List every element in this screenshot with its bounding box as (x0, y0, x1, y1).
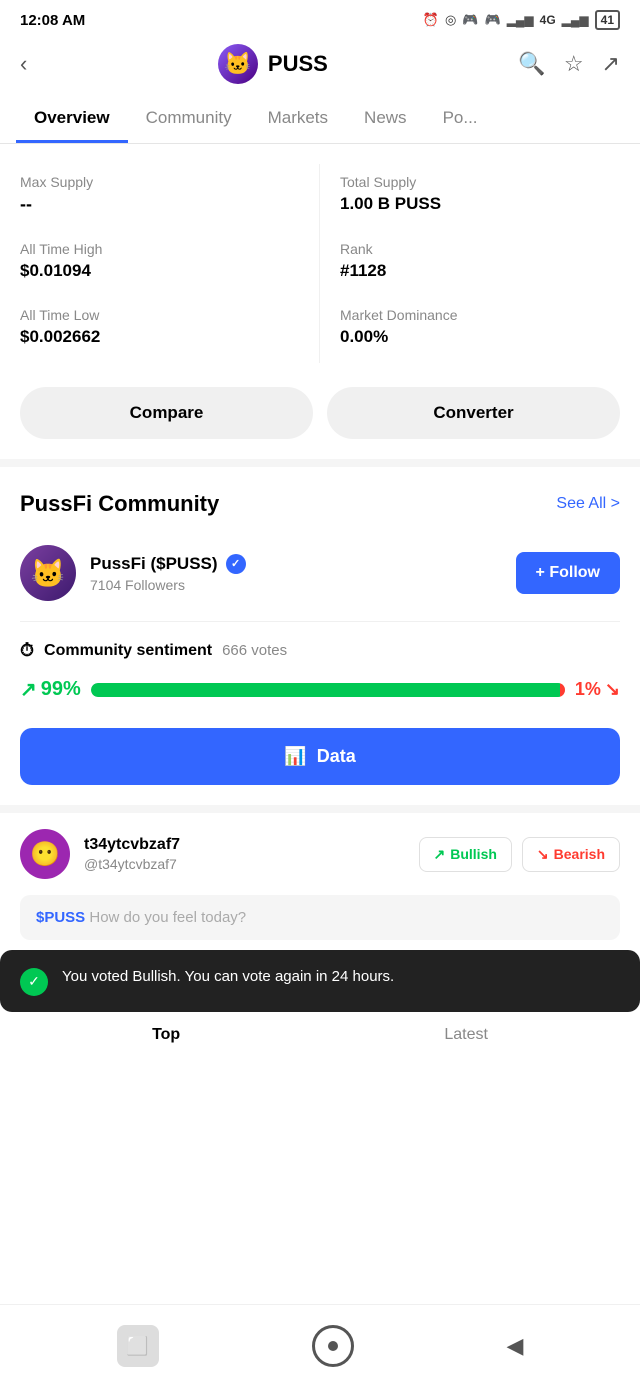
vote-buttons: ↗ Bullish ↘ Bearish (419, 837, 621, 872)
signal-icon: ▂▄▆ (507, 13, 534, 27)
verified-badge: ✓ (226, 554, 246, 574)
sentiment-bar-row: ↗ 99% 1% ↘ (20, 677, 620, 702)
user-info: t34ytcvbzaf7 @t34ytcvbzaf7 (84, 836, 405, 872)
alarm-icon: ⏰ (423, 12, 439, 28)
bull-arrow-icon: ↗ (20, 677, 37, 702)
stats-grid: Max Supply -- Total Supply 1.00 B PUSS A… (0, 144, 640, 373)
tab-latest[interactable]: Latest (444, 1026, 488, 1044)
tab-overview[interactable]: Overview (16, 96, 128, 143)
battery-icon: 41 (595, 10, 620, 30)
tab-bar: Overview Community Markets News Po... (0, 96, 640, 144)
network-type: 4G (540, 13, 556, 27)
converter-button[interactable]: Converter (327, 387, 620, 439)
section-divider-2 (0, 805, 640, 813)
share-icon[interactable]: ↗ (602, 51, 620, 77)
user-handle: @t34ytcvbzaf7 (84, 856, 405, 872)
user-avatar: 😶 (20, 829, 70, 879)
bullish-button[interactable]: ↗ Bullish (419, 837, 512, 872)
see-all-button[interactable]: See All > (556, 495, 620, 513)
stat-max-supply: Max Supply -- (20, 164, 320, 231)
toast-message: You voted Bullish. You can vote again in… (62, 966, 394, 987)
tab-markets[interactable]: Markets (250, 96, 346, 143)
sentiment-header: ⏱ Community sentiment 666 votes (20, 640, 620, 661)
gauge-icon: ⏱ (20, 640, 34, 661)
bear-arrow-icon: ↘ (605, 679, 620, 700)
community-info: PussFi ($PUSS) ✓ 7104 Followers (90, 554, 502, 593)
community-section-header: PussFi Community See All > (0, 467, 640, 533)
header-actions: 🔍 ☆ ↗ (518, 51, 620, 77)
bear-bar (560, 683, 565, 697)
bull-percentage: ↗ 99% (20, 677, 81, 702)
back-button[interactable]: ‹ (20, 51, 27, 77)
home-button[interactable]: ⬜ (117, 1325, 159, 1367)
user-row: 😶 t34ytcvbzaf7 @t34ytcvbzaf7 ↗ Bullish ↘… (0, 813, 640, 895)
toast-check-icon: ✓ (20, 968, 48, 996)
circle-inner (328, 1341, 338, 1351)
tab-community[interactable]: Community (128, 96, 250, 143)
tab-news[interactable]: News (346, 96, 425, 143)
community-followers: 7104 Followers (90, 577, 502, 593)
bull-bar (91, 683, 560, 697)
bearish-button[interactable]: ↘ Bearish (522, 837, 620, 872)
community-name-row: PussFi ($PUSS) ✓ (90, 554, 502, 574)
post-tabs: Top Latest (0, 1012, 640, 1058)
bearish-arrow-icon: ↘ (537, 846, 549, 863)
data-button[interactable]: 📊 Data (20, 728, 620, 785)
search-icon[interactable]: 🔍 (518, 51, 545, 77)
follow-button[interactable]: + Follow (516, 552, 620, 594)
game-icon-1: 🎮 (462, 12, 478, 28)
community-avatar: 🐱 (20, 545, 76, 601)
game-icon-2: 🎮 (485, 12, 501, 28)
sentiment-section: ⏱ Community sentiment 666 votes ↗ 99% 1%… (0, 622, 640, 728)
stat-market-dominance: Market Dominance 0.00% (320, 297, 620, 363)
action-buttons: Compare Converter (0, 373, 640, 459)
compare-button[interactable]: Compare (20, 387, 313, 439)
whatsapp-icon: ◎ (445, 12, 456, 28)
chart-icon: 📊 (284, 746, 306, 767)
back-nav-button[interactable]: ◀ (507, 1333, 524, 1359)
page-title: PUSS (268, 51, 328, 77)
signal-icon-2: ▂▄▆ (562, 13, 589, 27)
status-bar: 12:08 AM ⏰ ◎ 🎮 🎮 ▂▄▆ 4G ▂▄▆ 41 (0, 0, 640, 36)
stat-total-supply: Total Supply 1.00 B PUSS (320, 164, 620, 231)
tab-top[interactable]: Top (152, 1026, 180, 1044)
status-icons: ⏰ ◎ 🎮 🎮 ▂▄▆ 4G ▂▄▆ 41 (423, 10, 620, 30)
home-circle-button[interactable] (312, 1325, 354, 1367)
stat-atl: All Time Low $0.002662 (20, 297, 320, 363)
star-icon[interactable]: ☆ (564, 51, 584, 77)
sentiment-votes: 666 votes (222, 642, 287, 659)
coin-avatar: 🐱 (218, 44, 258, 84)
stat-ath: All Time High $0.01094 (20, 231, 320, 297)
community-card: 🐱 PussFi ($PUSS) ✓ 7104 Followers + Foll… (0, 533, 640, 621)
section-divider-1 (0, 459, 640, 467)
input-placeholder: How do you feel today? (89, 909, 246, 926)
toast-notification: ✓ You voted Bullish. You can vote again … (0, 950, 640, 1012)
header-center: 🐱 PUSS (218, 44, 328, 84)
header: ‹ 🐱 PUSS 🔍 ☆ ↗ (0, 36, 640, 96)
community-section-title: PussFi Community (20, 491, 219, 517)
sentiment-label: Community sentiment (44, 642, 212, 660)
stat-rank: Rank #1128 (320, 231, 620, 297)
status-time: 12:08 AM (20, 12, 85, 29)
tab-more[interactable]: Po... (425, 96, 496, 143)
user-name: t34ytcvbzaf7 (84, 836, 405, 854)
sentiment-bar (91, 683, 565, 697)
bottom-nav: ⬜ ◀ (0, 1304, 640, 1387)
input-ticker: $PUSS (36, 909, 85, 926)
bullish-arrow-icon: ↗ (434, 846, 446, 863)
sentiment-input[interactable]: $PUSS How do you feel today? (20, 895, 620, 940)
bear-percentage: 1% ↘ (575, 679, 620, 700)
